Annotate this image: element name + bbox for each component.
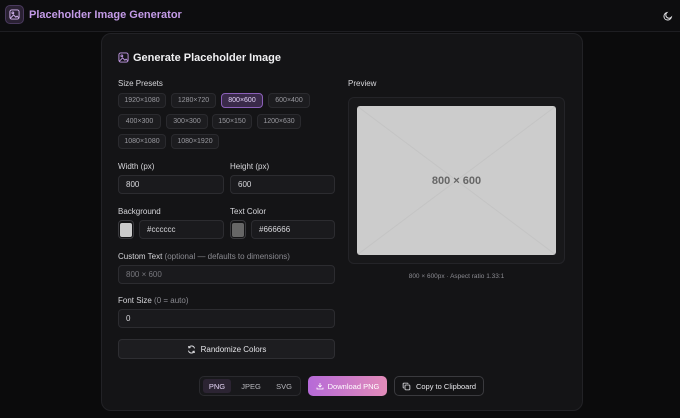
preset-button[interactable]: 300×300 [166,114,208,129]
image-icon [5,5,24,24]
text-color-picker[interactable] [230,220,246,239]
format-selector: PNG JPEG SVG [199,376,301,396]
custom-text-input[interactable]: 800 × 600 [118,265,335,284]
download-icon [316,383,324,390]
randomize-colors-label: Randomize Colors [200,344,267,354]
copy-icon [402,382,411,390]
width-label: Width (px) [118,162,155,171]
background-swatch [120,222,132,237]
preset-button[interactable]: 150×150 [212,114,252,129]
download-label: Download PNG [327,381,380,391]
preset-button[interactable]: 1920×1080 [118,93,166,108]
moon-icon [663,11,673,21]
preset-button[interactable]: 400×300 [118,114,161,129]
format-jpeg-button[interactable]: JPEG [235,379,267,393]
width-input[interactable]: 800 [118,175,224,194]
background-color-picker[interactable] [118,220,134,239]
preview-image: 800 × 600 [357,106,556,255]
theme-toggle-button[interactable] [661,9,675,23]
text-color-swatch [232,222,244,237]
background-hex-input[interactable]: #cccccc [139,220,224,239]
font-size-label: Font Size (0 = auto) [118,296,189,305]
preview-label: Preview [348,79,377,88]
card-title: Generate Placeholder Image [133,52,281,64]
size-presets-label: Size Presets [118,79,163,88]
custom-text-label: Custom Text (optional — defaults to dime… [118,252,290,261]
font-size-input[interactable]: 0 [118,309,335,328]
text-color-label: Text Color [230,207,267,216]
copy-label: Copy to Clipboard [415,381,477,391]
preview-meta: 800 × 600px · Aspect ratio 1.33:1 [408,273,505,280]
preset-button[interactable]: 1080×1920 [171,134,219,149]
refresh-icon [187,345,195,353]
app-header: Placeholder Image Generator [0,0,680,32]
height-label: Height (px) [230,162,270,171]
copy-to-clipboard-button[interactable]: Copy to Clipboard [394,376,484,396]
background-label: Background [118,207,161,216]
height-input[interactable]: 600 [230,175,335,194]
randomize-colors-button[interactable]: Randomize Colors [118,339,335,359]
preset-button[interactable]: 1080×1080 [118,134,166,149]
app-title: Placeholder Image Generator [29,9,182,21]
format-svg-button[interactable]: SVG [270,379,298,393]
preset-button-active[interactable]: 800×600 [221,93,263,108]
format-png-button[interactable]: PNG [203,379,231,393]
font-size-hint: (0 = auto) [154,296,189,305]
download-button[interactable]: Download PNG [308,376,387,396]
preview-image-text: 800 × 600 [431,174,482,187]
text-color-hex-input[interactable]: #666666 [251,220,335,239]
image-icon [118,52,129,63]
preset-button[interactable]: 1280×720 [171,93,216,108]
custom-text-hint: (optional — defaults to dimensions) [164,252,290,261]
preset-button[interactable]: 600×400 [268,93,310,108]
preset-button[interactable]: 1200×630 [257,114,301,129]
